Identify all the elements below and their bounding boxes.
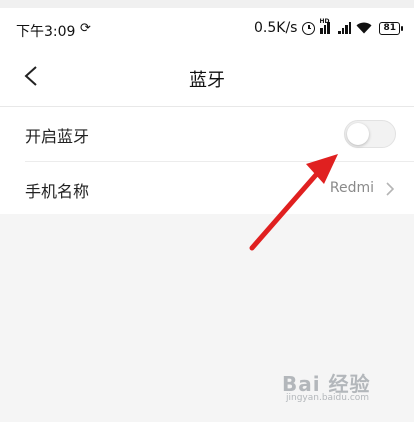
nav-header: 蓝牙	[0, 48, 414, 106]
chevron-right-icon	[386, 182, 394, 196]
signal-icon: HD	[319, 18, 333, 34]
bluetooth-toggle[interactable]	[344, 120, 396, 148]
location-icon: ⟳	[80, 21, 91, 36]
device-name-label: 手机名称	[25, 182, 90, 201]
alarm-icon	[302, 21, 316, 35]
net-speed: 0.5K/s	[254, 20, 298, 36]
device-name-row[interactable]: 手机名称 Redmi	[0, 161, 414, 217]
status-time: 下午3:09	[16, 24, 76, 40]
signal-icon-2	[338, 22, 352, 34]
device-name-value: Redmi	[329, 180, 374, 196]
status-right: 0.5K/s HD 81	[254, 18, 403, 36]
watermark-url: jingyan.baidu.com	[286, 393, 370, 403]
page-title: 蓝牙	[189, 70, 225, 91]
top-strip	[0, 0, 414, 8]
battery-icon: 81	[379, 21, 403, 35]
bluetooth-label: 开启蓝牙	[25, 127, 90, 146]
toggle-knob	[347, 123, 369, 145]
status-bar: 下午3:09 ⟳ 0.5K/s HD 81	[0, 12, 414, 46]
baidu-watermark: Bai 经验 jingyan.baidu.com	[282, 368, 398, 408]
wifi-icon	[356, 22, 372, 34]
hd-label: HD	[319, 18, 330, 25]
